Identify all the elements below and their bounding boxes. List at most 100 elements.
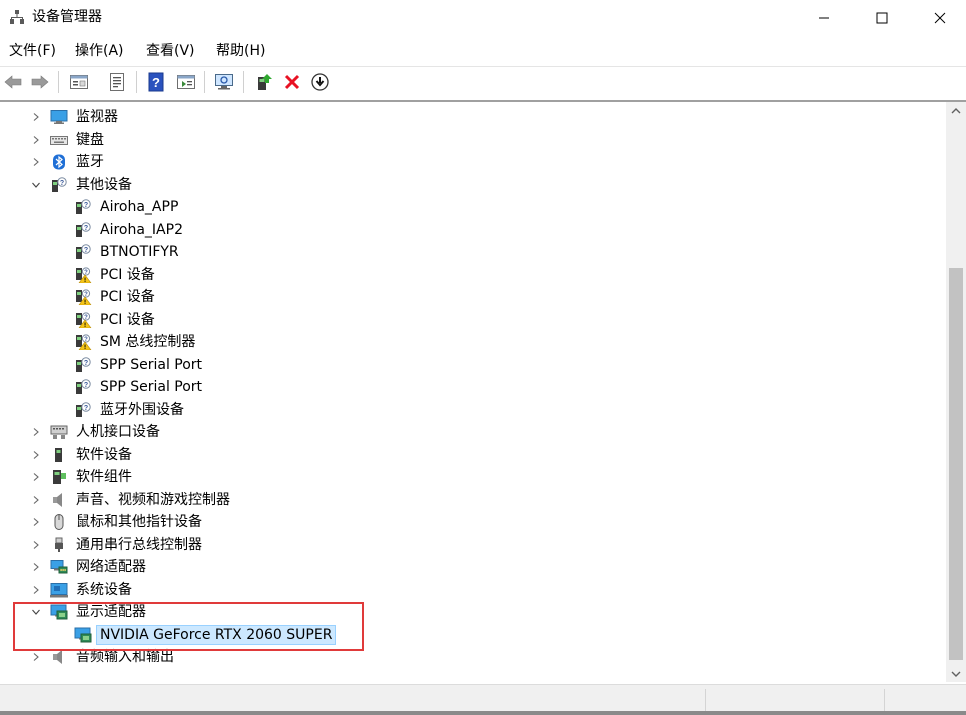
expand-chevron-icon[interactable] bbox=[30, 579, 42, 601]
tree-category-node[interactable]: ? 其他设备 bbox=[0, 174, 946, 196]
tree-child-node[interactable]: ? PCI 设备 bbox=[0, 264, 946, 286]
help-icon: ? bbox=[148, 72, 164, 92]
tree-node-label: SPP Serial Port bbox=[100, 356, 203, 373]
tree-node-label: 蓝牙外围设备 bbox=[100, 401, 184, 418]
help-button[interactable]: ? bbox=[144, 70, 168, 94]
properties-view-icon bbox=[70, 75, 88, 89]
maximize-icon bbox=[876, 12, 888, 24]
tree-category-node[interactable]: 网络适配器 bbox=[0, 556, 946, 578]
scroll-down-button[interactable] bbox=[946, 665, 966, 682]
tree-child-node[interactable]: ? SPP Serial Port bbox=[0, 354, 946, 376]
tree-child-node[interactable]: ? Airoha_IAP2 bbox=[0, 219, 946, 241]
tree-node-label: BTNOTIFYR bbox=[100, 244, 179, 260]
tree-child-node[interactable]: ? SM 总线控制器 bbox=[0, 331, 946, 353]
vertical-scrollbar[interactable] bbox=[946, 102, 966, 682]
expand-chevron-icon[interactable] bbox=[30, 466, 42, 488]
update-driver-button[interactable] bbox=[252, 70, 276, 94]
chevron-up-icon bbox=[951, 107, 961, 113]
expand-chevron-icon[interactable] bbox=[30, 421, 42, 443]
toolbar-separator bbox=[58, 71, 59, 93]
warning-device-icon: ? bbox=[74, 334, 92, 351]
bluetooth-icon bbox=[50, 154, 68, 170]
tree-child-node[interactable]: ? PCI 设备 bbox=[0, 286, 946, 308]
unknown-device-icon: ? bbox=[50, 176, 68, 193]
tree-child-node[interactable]: ? PCI 设备 bbox=[0, 309, 946, 331]
svg-text:?: ? bbox=[84, 202, 88, 209]
tree-category-node[interactable]: 通用串行总线控制器 bbox=[0, 534, 946, 556]
tree-category-node[interactable]: 软件设备 bbox=[0, 444, 946, 466]
maximize-button[interactable] bbox=[853, 0, 911, 36]
tree-node-label: Airoha_APP bbox=[100, 199, 179, 215]
status-pane-main bbox=[0, 689, 706, 712]
tree-category-node[interactable]: 监视器 bbox=[0, 106, 946, 128]
tree-node-label: PCI 设备 bbox=[100, 289, 155, 305]
properties-view-button[interactable] bbox=[67, 70, 91, 94]
tree-node-label: 网络适配器 bbox=[76, 559, 146, 575]
svg-text:?: ? bbox=[84, 405, 88, 412]
uninstall-icon bbox=[284, 74, 300, 90]
toolbar: ? bbox=[0, 66, 966, 96]
tree-category-node[interactable]: 鼠标和其他指针设备 bbox=[0, 511, 946, 533]
hid-icon bbox=[50, 424, 68, 440]
show-hidden-button[interactable] bbox=[174, 70, 198, 94]
tree-category-node[interactable]: 人机接口设备 bbox=[0, 421, 946, 443]
svg-text:?: ? bbox=[152, 75, 160, 90]
disable-device-button[interactable] bbox=[308, 70, 332, 94]
minimize-icon bbox=[819, 17, 829, 19]
device-tree[interactable]: 监视器 键盘 蓝牙? 其他设备? Airoha_APP? Airoha_IAP2? BTNO… bbox=[0, 100, 966, 682]
collapse-chevron-icon[interactable] bbox=[30, 174, 42, 196]
tree-node-label: 监视器 bbox=[76, 109, 118, 125]
tree-node-label: 系统设备 bbox=[76, 581, 132, 598]
expand-chevron-icon[interactable] bbox=[30, 106, 42, 128]
tree-child-node[interactable]: ? SPP Serial Port bbox=[0, 376, 946, 398]
tree-node-label: Airoha_IAP2 bbox=[100, 221, 183, 238]
forward-icon bbox=[31, 75, 49, 89]
back-icon bbox=[4, 75, 22, 89]
close-button[interactable] bbox=[911, 0, 966, 36]
tree-child-node[interactable]: ? Airoha_APP bbox=[0, 196, 946, 218]
system-device-icon bbox=[50, 582, 68, 598]
tree-child-node[interactable]: ? 蓝牙外围设备 bbox=[0, 399, 946, 421]
expand-chevron-icon[interactable] bbox=[30, 129, 42, 151]
scan-hardware-button[interactable] bbox=[212, 70, 236, 94]
scroll-thumb[interactable] bbox=[949, 268, 963, 660]
tree-node-label: 通用串行总线控制器 bbox=[76, 536, 202, 553]
toolbar-separator bbox=[204, 71, 205, 93]
tree-category-node[interactable]: 键盘 bbox=[0, 129, 946, 151]
minimize-button[interactable] bbox=[795, 0, 853, 36]
tree-node-label: PCI 设备 bbox=[100, 311, 155, 328]
unknown-device-icon: ? bbox=[74, 379, 92, 395]
expand-chevron-icon[interactable] bbox=[30, 151, 42, 173]
tree-category-node[interactable]: 声音、视频和游戏控制器 bbox=[0, 489, 946, 511]
menu-help[interactable]: 帮助(H) bbox=[216, 42, 265, 60]
software-device-icon bbox=[50, 447, 68, 463]
uninstall-button[interactable] bbox=[280, 70, 304, 94]
tree-node-label: 软件组件 bbox=[76, 469, 132, 485]
svg-text:?: ? bbox=[84, 382, 88, 389]
expand-chevron-icon[interactable] bbox=[30, 489, 42, 511]
back-button[interactable] bbox=[1, 70, 25, 94]
expand-chevron-icon[interactable] bbox=[30, 444, 42, 466]
warning-device-icon: ? bbox=[74, 266, 92, 283]
forward-button[interactable] bbox=[28, 70, 52, 94]
svg-text:?: ? bbox=[84, 247, 88, 254]
tree-category-node[interactable]: 系统设备 bbox=[0, 579, 946, 601]
tree-node-label: PCI 设备 bbox=[100, 266, 155, 283]
tree-category-node[interactable]: 软件组件 bbox=[0, 466, 946, 488]
scroll-up-button[interactable] bbox=[946, 102, 966, 119]
menu-action[interactable]: 操作(A) bbox=[75, 42, 124, 60]
expand-chevron-icon[interactable] bbox=[30, 556, 42, 578]
unknown-device-icon: ? bbox=[74, 356, 92, 373]
tree-node-label: 其他设备 bbox=[76, 176, 132, 193]
tree-category-node[interactable]: 蓝牙 bbox=[0, 151, 946, 173]
svg-text:?: ? bbox=[84, 360, 88, 367]
menu-file[interactable]: 文件(F) bbox=[9, 42, 56, 60]
expand-chevron-icon[interactable] bbox=[30, 511, 42, 533]
svg-text:?: ? bbox=[84, 225, 88, 232]
tree-node-label: 人机接口设备 bbox=[76, 424, 160, 440]
show-hidden-icon bbox=[177, 75, 195, 89]
menu-view[interactable]: 查看(V) bbox=[146, 42, 195, 60]
expand-chevron-icon[interactable] bbox=[30, 534, 42, 556]
tree-child-node[interactable]: ? BTNOTIFYR bbox=[0, 241, 946, 263]
driver-details-button[interactable] bbox=[105, 70, 129, 94]
